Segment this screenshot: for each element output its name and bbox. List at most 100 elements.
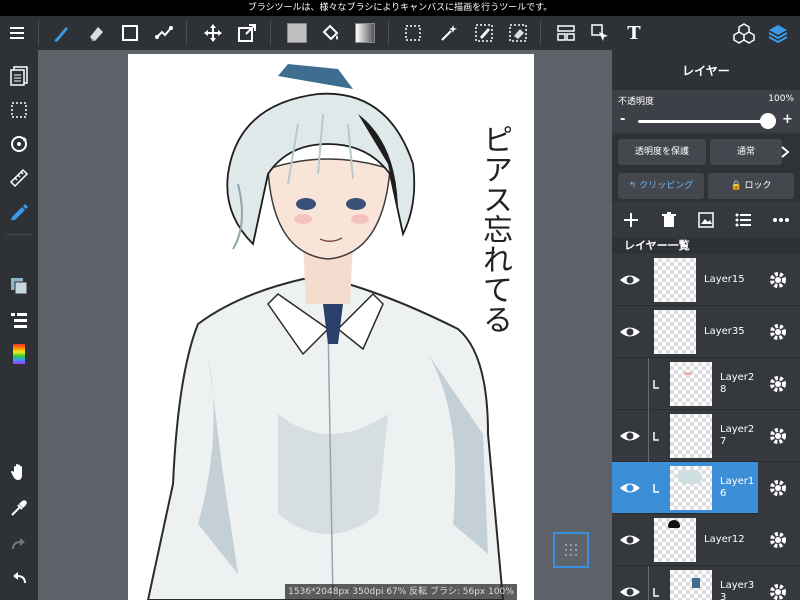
layer-list-header: レイヤー一覧: [612, 238, 800, 254]
layer-row[interactable]: Layer27: [612, 410, 800, 462]
opacity-slider-track[interactable]: [638, 120, 768, 123]
fill-color-swatch[interactable]: [280, 16, 314, 50]
panel-title: レイヤー: [612, 50, 800, 90]
pages-icon[interactable]: [0, 60, 38, 92]
panel-layout-icon[interactable]: [549, 16, 583, 50]
material-icon[interactable]: [727, 16, 761, 50]
add-layer-icon[interactable]: [617, 206, 645, 234]
layer-thumbnail: [670, 362, 712, 406]
trash-icon[interactable]: [655, 206, 683, 234]
eraser-icon[interactable]: [79, 16, 113, 50]
clip-guide: [648, 410, 649, 462]
bucket-icon[interactable]: [314, 16, 348, 50]
layer-list: Layer15 Layer35 Layer28 Layer27 Layer16 …: [612, 254, 800, 600]
opacity-slider-knob[interactable]: [760, 113, 776, 129]
color-icon[interactable]: [0, 338, 38, 370]
handwritten-note: ピアス忘れてる: [477, 124, 512, 334]
gear-icon[interactable]: [766, 424, 790, 448]
pen-icon[interactable]: [0, 196, 38, 228]
gear-icon[interactable]: [766, 372, 790, 396]
blend-mode-button[interactable]: 通常: [710, 139, 782, 165]
gear-icon[interactable]: [766, 528, 790, 552]
move-icon[interactable]: [196, 16, 230, 50]
toolbar-divider: [270, 20, 271, 46]
layer-name: Layer12: [704, 534, 745, 545]
lock-button[interactable]: 🔒 ロック: [708, 173, 794, 199]
eye-icon[interactable]: [618, 478, 642, 498]
layer-name: Layer35: [704, 326, 745, 337]
opacity-label: 不透明度: [618, 97, 655, 107]
layer-thumbnail: [654, 310, 696, 354]
layer-copy-icon[interactable]: [0, 270, 38, 302]
rotate-icon[interactable]: [0, 128, 38, 160]
eye-icon[interactable]: [618, 582, 642, 600]
rectangle-icon[interactable]: [113, 16, 147, 50]
gear-icon[interactable]: [766, 580, 790, 600]
gear-icon[interactable]: [766, 476, 790, 500]
select-eraser-icon[interactable]: [501, 16, 535, 50]
layer-thumbnail: [654, 258, 696, 302]
menu-icon[interactable]: [0, 16, 34, 50]
operation-icon[interactable]: [583, 16, 617, 50]
eye-icon[interactable]: [618, 270, 642, 290]
undo-icon[interactable]: [0, 562, 38, 594]
layer-list-icon[interactable]: [0, 304, 38, 336]
layer-row[interactable]: Layer33: [612, 566, 800, 600]
layer-actions-row: [612, 202, 800, 238]
transform-icon[interactable]: [230, 16, 264, 50]
hand-icon[interactable]: [0, 456, 38, 488]
opacity-value: 100%: [768, 94, 794, 104]
layer-row-selected[interactable]: Layer16: [612, 462, 800, 514]
dot-brush-icon[interactable]: [147, 16, 181, 50]
gradient-icon[interactable]: [348, 16, 382, 50]
clip-arrow-icon: [653, 380, 659, 389]
eyedropper-icon[interactable]: [0, 492, 38, 524]
selection-icon[interactable]: [0, 94, 38, 126]
layer-name: Layer16: [720, 476, 755, 499]
clipping-icon: ↰: [628, 181, 637, 191]
clip-guide: [648, 358, 649, 410]
protect-alpha-button[interactable]: 透明度を保護: [618, 139, 706, 165]
gear-icon[interactable]: [766, 268, 790, 292]
gear-icon[interactable]: [766, 320, 790, 344]
list-icon[interactable]: [729, 206, 757, 234]
layer-row[interactable]: Layer28: [612, 358, 800, 410]
layers-icon[interactable]: [761, 16, 795, 50]
opacity-row: 不透明度 100% - +: [612, 90, 800, 132]
clip-arrow-icon: [653, 484, 659, 493]
select-pen-icon[interactable]: [467, 16, 501, 50]
layer-thumbnail: [654, 518, 696, 562]
left-sidebar: [0, 50, 38, 600]
toolbar-divider: [540, 20, 541, 46]
drawing-canvas[interactable]: ピアス忘れてる: [128, 54, 534, 600]
eye-icon[interactable]: [618, 530, 642, 550]
redo-icon[interactable]: [0, 528, 38, 560]
text-icon[interactable]: T: [617, 16, 651, 50]
layer-name: Layer33: [720, 580, 755, 600]
ruler-icon[interactable]: [0, 162, 38, 194]
image-layer-icon[interactable]: [692, 206, 720, 234]
blend-row: 透明度を保護 通常: [612, 134, 800, 170]
more-icon[interactable]: [767, 206, 795, 234]
layer-row[interactable]: Layer15: [612, 254, 800, 306]
clipping-button[interactable]: ↰ クリッピング: [618, 173, 704, 199]
brush-icon[interactable]: [45, 16, 79, 50]
opacity-plus-button[interactable]: +: [782, 112, 793, 127]
grid-icon: [565, 544, 577, 556]
layer-row[interactable]: Layer12: [612, 514, 800, 566]
eye-icon[interactable]: [618, 426, 642, 446]
layer-row[interactable]: Layer35: [612, 306, 800, 358]
canvas-info-bar: 1536*2048px 350dpi 67% 反転 ブラシ: 56px 100%: [285, 584, 517, 600]
opacity-minus-button[interactable]: -: [620, 112, 625, 127]
grid-toggle-button[interactable]: [553, 532, 589, 568]
magic-wand-icon[interactable]: [432, 16, 466, 50]
layer-panel: レイヤー 不透明度 100% - + 透明度を保護 通常 ↰ クリッピング 🔒 …: [612, 50, 800, 600]
eye-icon[interactable]: [618, 322, 642, 342]
layer-name: Layer27: [720, 424, 755, 447]
select-rect-icon[interactable]: [396, 16, 430, 50]
toolbar-divider: [38, 20, 39, 46]
lock-label: ロック: [744, 181, 772, 191]
chevron-right-icon[interactable]: [780, 146, 790, 158]
layer-name: Layer28: [720, 372, 755, 395]
layer-thumbnail: [670, 414, 712, 458]
